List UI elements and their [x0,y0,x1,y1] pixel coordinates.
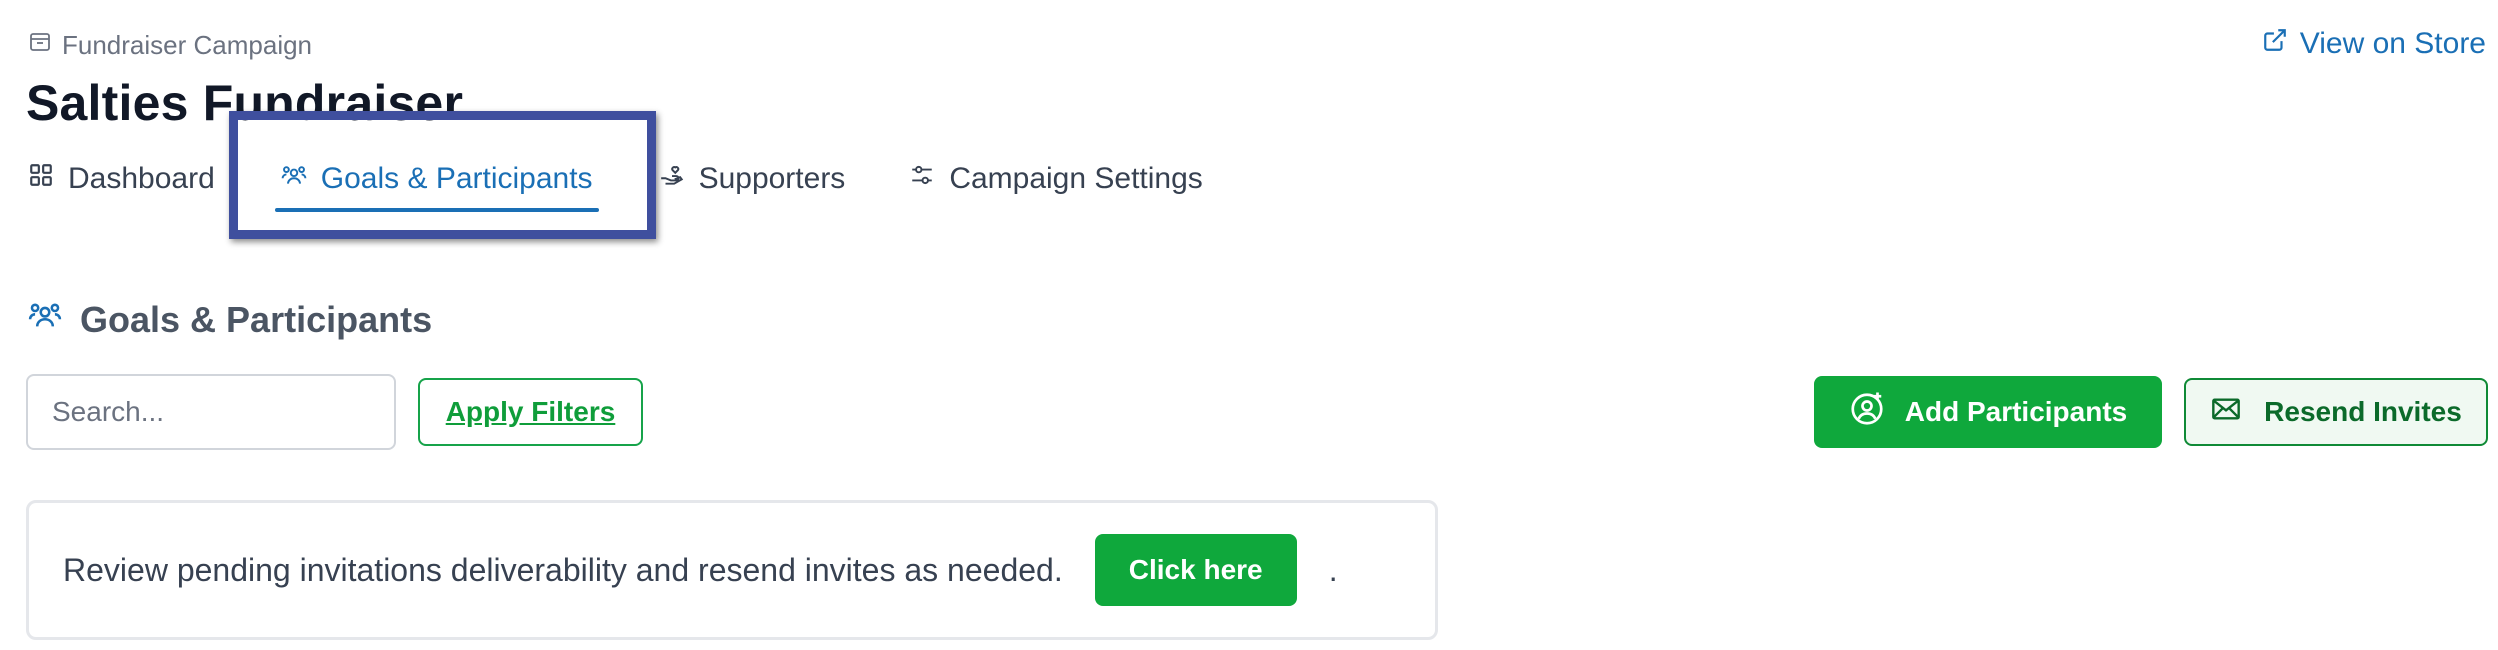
external-link-icon [2262,27,2288,61]
page-title: Salties Fundraiser [26,75,464,131]
grid-icon [28,162,54,196]
sliders-icon [909,162,935,196]
tab-supporters-label: Supporters [698,162,846,195]
user-plus-icon [1849,391,1885,434]
notice-text: Review pending invitations deliverabilit… [63,551,1063,588]
tab-bar: Dashboard Goals & Participants Supporter… [28,154,1203,212]
view-on-store-link[interactable]: View on Store [2262,27,2486,61]
section-title: Goals & Participants [80,298,433,340]
resend-invites-label: Resend Invites [2264,396,2462,427]
breadcrumb: Fundraiser Campaign [28,30,312,61]
section-heading: Goals & Participants [28,298,432,341]
tab-campaign-settings[interactable]: Campaign Settings [909,154,1203,204]
tab-settings-label: Campaign Settings [949,162,1203,195]
users-icon [28,298,62,341]
invitations-notice: Review pending invitations deliverabilit… [26,500,1438,640]
tab-dashboard-label: Dashboard [68,162,215,195]
notice-trailing-period: . [1328,551,1338,588]
search-input[interactable] [26,374,396,450]
breadcrumb-label: Fundraiser Campaign [62,30,313,60]
tab-supporters[interactable]: Supporters [659,154,846,204]
hand-heart-icon [659,162,685,196]
users-icon [281,162,307,196]
add-participants-button[interactable]: Add Participants [1814,376,2162,448]
tab-goals-participants[interactable]: Goals & Participants [274,154,599,212]
click-here-button[interactable]: Click here [1094,534,1297,606]
tab-goals-label: Goals & Participants [320,162,593,195]
add-participants-label: Add Participants [1904,396,2128,427]
archive-icon [28,30,52,61]
apply-filters-button[interactable]: Apply Filters [418,378,643,446]
tab-dashboard[interactable]: Dashboard [28,154,215,204]
campaign-page: Fundraiser Campaign View on Store Saltie… [0,0,2498,650]
resend-invites-button[interactable]: Resend Invites [2184,378,2488,446]
view-on-store-label: View on Store [2299,27,2486,60]
envelope-icon [2210,393,2242,432]
